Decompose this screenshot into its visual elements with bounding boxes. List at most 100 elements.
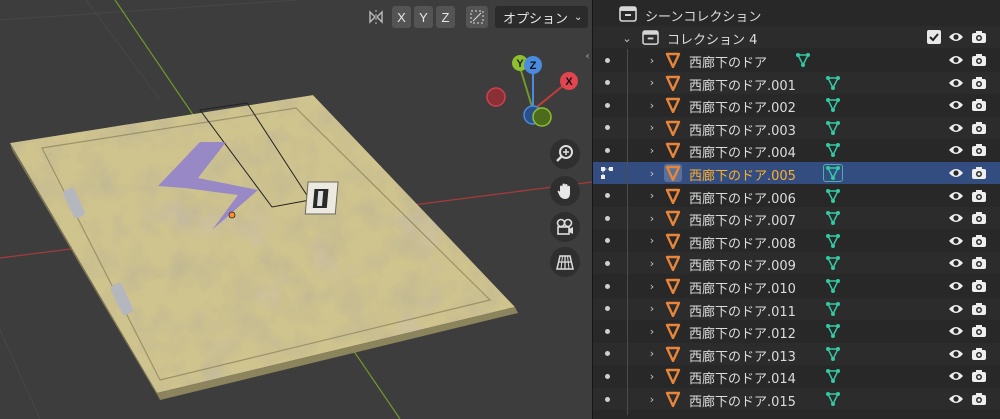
- snap-icon[interactable]: [466, 6, 488, 28]
- mode-dot-icon[interactable]: [598, 367, 616, 385]
- camera-icon[interactable]: [550, 212, 580, 242]
- chevron-right-icon[interactable]: ›: [646, 370, 658, 383]
- render-camera-icon[interactable]: [970, 75, 988, 91]
- outliner-object-row[interactable]: › 西廊下のドア.001: [593, 71, 1000, 94]
- visibility-eye-icon[interactable]: [947, 323, 965, 339]
- render-camera-icon[interactable]: [970, 52, 988, 68]
- render-camera-icon[interactable]: [970, 142, 988, 158]
- visibility-eye-icon[interactable]: [947, 301, 965, 317]
- outliner-object-row[interactable]: › 西廊下のドア.015: [593, 388, 1000, 410]
- mesh-data-icon[interactable]: [823, 209, 843, 227]
- chevron-right-icon[interactable]: ›: [646, 121, 658, 134]
- visibility-eye-icon[interactable]: [947, 52, 965, 68]
- scene-collection-row[interactable]: シーンコレクション: [593, 3, 1000, 25]
- mode-dot-icon[interactable]: [598, 345, 616, 363]
- render-camera-icon[interactable]: [970, 233, 988, 249]
- visibility-eye-icon[interactable]: [947, 255, 965, 271]
- render-camera-icon[interactable]: [970, 368, 988, 384]
- chevron-right-icon[interactable]: ›: [646, 302, 658, 315]
- mode-dot-icon[interactable]: [598, 322, 616, 340]
- 3d-viewport[interactable]: X Y Z オプション ⌄ ‹ Y Z X: [0, 0, 592, 419]
- options-dropdown[interactable]: オプション ⌄: [495, 6, 589, 28]
- hand-icon[interactable]: [550, 176, 580, 206]
- navigation-gizmo[interactable]: Y Z X: [480, 50, 580, 140]
- render-camera-icon[interactable]: [970, 165, 988, 181]
- visibility-eye-icon[interactable]: [947, 75, 965, 91]
- mesh-data-icon[interactable]: [823, 187, 843, 205]
- mesh-data-icon[interactable]: [823, 277, 843, 295]
- mirror-icon[interactable]: [363, 6, 389, 28]
- visibility-eye-icon[interactable]: [947, 210, 965, 226]
- mesh-data-icon[interactable]: [823, 300, 843, 318]
- chevron-right-icon[interactable]: ›: [646, 280, 658, 293]
- mode-dot-icon[interactable]: [598, 96, 616, 114]
- outliner-object-row[interactable]: › 西廊下のドア.008: [593, 230, 1000, 252]
- visibility-eye-icon[interactable]: [947, 29, 965, 45]
- mode-dot-icon[interactable]: [598, 390, 616, 408]
- visibility-eye-icon[interactable]: [947, 142, 965, 158]
- render-camera-icon[interactable]: [970, 188, 988, 204]
- mesh-data-icon[interactable]: [823, 119, 843, 137]
- mesh-data-icon[interactable]: [793, 51, 813, 69]
- mesh-data-icon[interactable]: [823, 254, 843, 272]
- render-camera-icon[interactable]: [970, 278, 988, 294]
- zoom-icon[interactable]: [550, 139, 580, 169]
- chevron-right-icon[interactable]: ›: [646, 234, 658, 247]
- chevron-right-icon[interactable]: ›: [646, 76, 658, 89]
- outliner-object-row[interactable]: › 西廊下のドア.010: [593, 275, 1000, 297]
- outliner-object-row[interactable]: › 西廊下のドア.004: [593, 139, 1000, 161]
- visibility-eye-icon[interactable]: [947, 120, 965, 136]
- mode-dot-icon[interactable]: [598, 119, 616, 137]
- mesh-data-icon[interactable]: [823, 367, 843, 385]
- chevron-down-icon[interactable]: ⌄: [621, 32, 633, 45]
- render-camera-icon[interactable]: [970, 97, 988, 113]
- outliner-object-row[interactable]: › 西廊下のドア.009: [593, 252, 1000, 275]
- outliner-object-row[interactable]: › 西廊下のドア.006: [593, 185, 1000, 207]
- render-camera-icon[interactable]: [970, 301, 988, 317]
- chevron-right-icon[interactable]: ›: [646, 347, 658, 360]
- collection-row[interactable]: ⌄ コレクション 4: [593, 26, 1000, 48]
- mirror-y-button[interactable]: Y: [414, 6, 433, 28]
- mesh-data-icon[interactable]: [823, 322, 843, 340]
- outliner-object-row[interactable]: › 西廊下のドア: [593, 49, 1000, 71]
- mesh-data-icon[interactable]: [823, 390, 843, 408]
- mirror-z-button[interactable]: Z: [436, 6, 455, 28]
- chevron-right-icon[interactable]: ›: [646, 167, 658, 180]
- outliner-object-row[interactable]: › 西廊下のドア.011: [593, 297, 1000, 320]
- outliner-panel[interactable]: シーンコレクション ⌄ コレクション 4 › 西廊下のドア › 西廊下のドア.001 ›…: [592, 0, 1000, 419]
- sidebar-toggle-icon[interactable]: ‹: [583, 49, 592, 63]
- mode-dot-icon[interactable]: [598, 209, 616, 227]
- chevron-right-icon[interactable]: ›: [646, 393, 658, 406]
- chevron-right-icon[interactable]: ›: [646, 257, 658, 270]
- mesh-data-icon[interactable]: [823, 232, 843, 250]
- chevron-right-icon[interactable]: ›: [646, 144, 658, 157]
- mirror-x-button[interactable]: X: [392, 6, 411, 28]
- visibility-eye-icon[interactable]: [947, 346, 965, 362]
- render-camera-icon[interactable]: [970, 391, 988, 407]
- mode-dot-icon[interactable]: [598, 254, 616, 272]
- render-camera-icon[interactable]: [970, 120, 988, 136]
- outliner-object-row[interactable]: › 西廊下のドア.005: [593, 162, 1000, 184]
- visibility-eye-icon[interactable]: [947, 368, 965, 384]
- chevron-right-icon[interactable]: ›: [646, 99, 658, 112]
- chevron-right-icon[interactable]: ›: [646, 54, 658, 67]
- visibility-eye-icon[interactable]: [947, 391, 965, 407]
- visibility-eye-icon[interactable]: [947, 188, 965, 204]
- mesh-data-icon[interactable]: [823, 96, 843, 114]
- outliner-object-row[interactable]: › 西廊下のドア.012: [593, 320, 1000, 342]
- outliner-object-row[interactable]: › 西廊下のドア.014: [593, 365, 1000, 387]
- chevron-right-icon[interactable]: ›: [646, 325, 658, 338]
- outliner-object-row[interactable]: › 西廊下のドア.007: [593, 207, 1000, 230]
- chevron-right-icon[interactable]: ›: [646, 189, 658, 202]
- mesh-data-icon[interactable]: [823, 164, 843, 182]
- render-camera-icon[interactable]: [970, 29, 988, 45]
- mesh-data-icon[interactable]: [823, 74, 843, 92]
- outliner-object-row[interactable]: › 西廊下のドア.002: [593, 94, 1000, 116]
- edit-mode-icon[interactable]: [598, 164, 616, 182]
- render-camera-icon[interactable]: [970, 323, 988, 339]
- render-camera-icon[interactable]: [970, 255, 988, 271]
- mesh-data-icon[interactable]: [823, 345, 843, 363]
- exclude-checkbox[interactable]: [927, 30, 941, 44]
- grid-icon[interactable]: [550, 247, 580, 277]
- visibility-eye-icon[interactable]: [947, 278, 965, 294]
